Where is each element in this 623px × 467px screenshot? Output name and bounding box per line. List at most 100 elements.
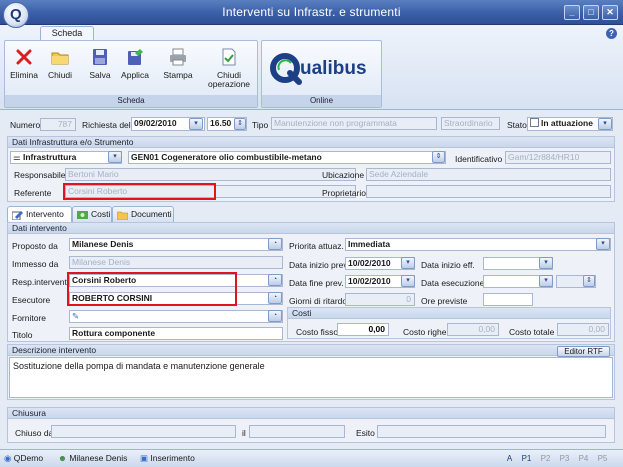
numero-field[interactable]: 787 [40, 118, 76, 131]
referente-label: Referente [14, 188, 52, 198]
esito-field[interactable] [377, 425, 606, 438]
elimina-button[interactable]: Elimina [9, 47, 39, 80]
titolo-field[interactable]: Rottura componente [69, 327, 283, 340]
ribbon-group-scheda: Elimina Chiudi Salva Applica Stampa Chiu… [4, 40, 258, 108]
date-picker-icon[interactable]: ▾ [539, 275, 553, 287]
lookup-person-icon[interactable]: ◔ [268, 292, 282, 304]
lookup-person-icon[interactable]: ◔ [268, 310, 282, 322]
folder-icon [117, 211, 128, 220]
identificativo-label: Identificativo [455, 154, 503, 164]
printer-icon [170, 48, 186, 66]
database-icon: ◉ [4, 453, 14, 463]
tab-costi[interactable]: Costi [72, 206, 112, 222]
editor-rtf-button[interactable]: Editor RTF [557, 346, 610, 357]
apply-icon [128, 49, 143, 65]
costo-fisso-field[interactable]: 0,00 [337, 323, 389, 336]
chiudi-button[interactable]: Chiudi [45, 47, 75, 80]
date-picker-icon[interactable]: ▾ [189, 118, 203, 130]
user-icon: ☻ [58, 453, 70, 463]
status-bar: ◉ QDemo ☻ Milanese Denis ▣ Inserimento A… [0, 449, 623, 467]
date-picker-icon[interactable]: ▾ [539, 257, 553, 269]
costo-totale-label: Costo totale [509, 327, 555, 337]
ribbon-group-label: Scheda [5, 95, 257, 107]
chevron-down-icon[interactable]: ▾ [108, 151, 122, 163]
tipo-label: Tipo [252, 120, 269, 130]
il-label: il [242, 428, 246, 438]
inizio-eff-label: Data inizio eff. [421, 260, 475, 270]
indicator-p3: P3 [559, 454, 570, 463]
chevron-down-icon[interactable]: ▾ [596, 238, 610, 250]
ritardo-field[interactable]: 0 [345, 293, 415, 306]
proposto-field[interactable]: Milanese Denis [69, 238, 283, 251]
help-icon[interactable]: ? [606, 28, 617, 39]
resp-label: Resp.intervento [12, 277, 72, 287]
intervento-section-title: Dati intervento [8, 223, 614, 234]
minimize-button[interactable]: _ [564, 5, 580, 20]
qualibus-logo[interactable]: ualibus [270, 51, 376, 87]
pencil-icon: ✎ [72, 311, 80, 321]
descrizione-textarea[interactable]: Sostituzione della pompa di mandata e ma… [9, 357, 613, 398]
inizio-prev-label: Data inizio prev. [289, 260, 350, 270]
time-spinner-icon[interactable]: ⇕ [583, 275, 595, 287]
ubicazione-field[interactable]: Sede Aziendale [366, 168, 611, 181]
tipo-field[interactable]: Manutenzione non programmata [271, 117, 437, 130]
costo-righe-field[interactable]: 0,00 [447, 323, 499, 336]
costi-box-title: Costi [288, 308, 610, 319]
user-indicator: ☻ Milanese Denis [58, 453, 128, 463]
chevron-down-icon[interactable]: ▾ [598, 118, 612, 130]
titolo-label: Titolo [12, 330, 33, 340]
chiuso-label: Chiuso da [15, 428, 54, 438]
edit-icon [12, 211, 23, 220]
chiuso-field[interactable] [51, 425, 236, 438]
costo-totale-field[interactable]: 0,00 [557, 323, 609, 336]
straordinario-field[interactable]: Straordinario [441, 117, 500, 130]
lookup-person-icon[interactable]: ◔ [268, 274, 282, 286]
money-icon [77, 211, 88, 219]
database-indicator: ◉ QDemo [4, 453, 44, 463]
time-spinner-icon[interactable]: ⇕ [234, 118, 246, 130]
responsabile-field[interactable]: Bertoni Mario [65, 168, 356, 181]
salva-button[interactable]: Salva [85, 47, 115, 80]
stampa-button[interactable]: Stampa [161, 47, 195, 80]
priorita-select[interactable]: Immediata [345, 238, 611, 251]
date-picker-icon[interactable]: ▾ [401, 275, 415, 287]
indicator-p5: P5 [597, 454, 608, 463]
indicator-p1: P1 [521, 454, 532, 463]
richiesta-label: Richiesta del [82, 120, 131, 130]
save-icon [93, 49, 107, 65]
esecutore-label: Esecutore [12, 295, 51, 305]
lookup-person-icon[interactable]: ◔ [268, 238, 282, 250]
chiudi-operazione-button[interactable]: Chiudi operazione [203, 47, 255, 89]
proposto-label: Proposto da [12, 241, 58, 251]
close-window-button[interactable]: ✕ [602, 5, 618, 20]
date-picker-icon[interactable]: ▾ [401, 257, 415, 269]
infrastructure-type-select[interactable]: ⚌ Infrastruttura [10, 151, 122, 164]
lookup-icon[interactable]: ⇕ [432, 151, 445, 163]
infrastructure-name-field[interactable]: GEN01 Cogeneratore olio combustibile-met… [128, 151, 446, 164]
fornitore-field[interactable]: ✎ [69, 310, 283, 323]
ore-field[interactable] [483, 293, 533, 306]
applica-button[interactable]: Applica [119, 47, 151, 80]
ribbon-group-online: ualibus Online [261, 40, 382, 108]
identificativo-field[interactable]: Gam/12r884/HR10 [505, 151, 611, 164]
ribbon-tab-scheda[interactable]: Scheda [40, 26, 94, 40]
esito-label: Esito [356, 428, 375, 438]
immesso-label: Immesso da [12, 259, 59, 269]
esecuzione-label: Data esecuzione [421, 278, 485, 288]
document-check-icon [222, 48, 236, 66]
responsabile-label: Responsabile [14, 170, 66, 180]
proprietario-field[interactable] [366, 185, 611, 198]
indicator-p2: P2 [540, 454, 551, 463]
tab-documenti[interactable]: Documenti [112, 206, 174, 222]
immesso-field[interactable]: Milanese Denis [69, 256, 283, 269]
qualibus-wordmark: ualibus [300, 58, 367, 79]
maximize-button[interactable]: □ [583, 5, 599, 20]
tab-intervento[interactable]: Intervento [7, 206, 72, 223]
delete-icon [16, 49, 32, 65]
indicator-a: A [506, 454, 513, 463]
stato-label: Stato [507, 120, 527, 130]
folder-close-icon [51, 52, 69, 65]
numero-label: Numero [10, 120, 41, 130]
chiusura-date-field[interactable] [249, 425, 345, 438]
app-logo-icon[interactable]: Q [3, 2, 29, 28]
